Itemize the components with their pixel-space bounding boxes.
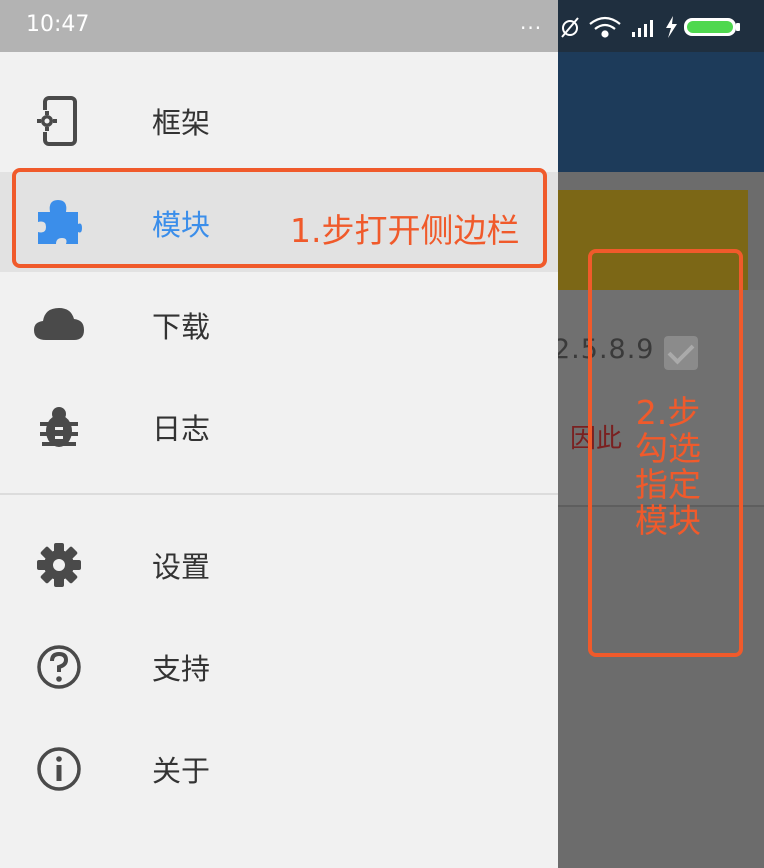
- drawer-item-label: 日志: [152, 412, 211, 446]
- drawer-item-label: 关于: [152, 754, 211, 788]
- drawer-item-framework[interactable]: 框架: [0, 70, 558, 170]
- help-icon: [37, 645, 81, 689]
- drawer-item-label: 支持: [152, 652, 211, 686]
- drawer-item-label: 下载: [152, 310, 211, 344]
- bug-icon: [40, 407, 78, 447]
- battery-icon: [684, 18, 740, 36]
- cloud-icon: [34, 308, 84, 340]
- drawer-item-support[interactable]: 支持: [0, 616, 558, 716]
- status-time: 10:47: [26, 12, 90, 37]
- phone-settings-icon: [36, 96, 77, 146]
- background-app-toolbar: [558, 52, 764, 172]
- annotation-step2-line: 模块: [635, 501, 701, 540]
- annotation-step2-line: 指定: [635, 465, 701, 504]
- status-icons: [561, 16, 740, 38]
- drawer-item-label: 设置: [152, 550, 211, 584]
- gear-icon: [37, 543, 81, 587]
- annotation-step2-line: 2.步: [635, 393, 701, 432]
- wifi-icon: [589, 16, 621, 38]
- drawer-item-label: 框架: [152, 106, 211, 140]
- charging-icon: [666, 16, 677, 38]
- drawer-item-settings[interactable]: 设置: [0, 514, 558, 614]
- annotation-step2-text: 2.步 勾选 指定 模块: [618, 395, 718, 539]
- drawer-divider: [0, 493, 558, 495]
- status-overflow-dots: ...: [520, 10, 543, 34]
- info-icon: [37, 747, 81, 791]
- drawer-item-download[interactable]: 下载: [0, 274, 558, 374]
- signal-icon: [632, 20, 653, 37]
- drawer-item-logs[interactable]: 日志: [0, 376, 558, 476]
- alarm-off-icon: [561, 17, 579, 38]
- annotation-step2-line: 勾选: [635, 429, 701, 468]
- annotation-step1-text: 1.步打开侧边栏: [290, 211, 520, 250]
- status-bar: 10:47 ...: [0, 0, 764, 52]
- drawer-item-about[interactable]: 关于: [0, 718, 558, 818]
